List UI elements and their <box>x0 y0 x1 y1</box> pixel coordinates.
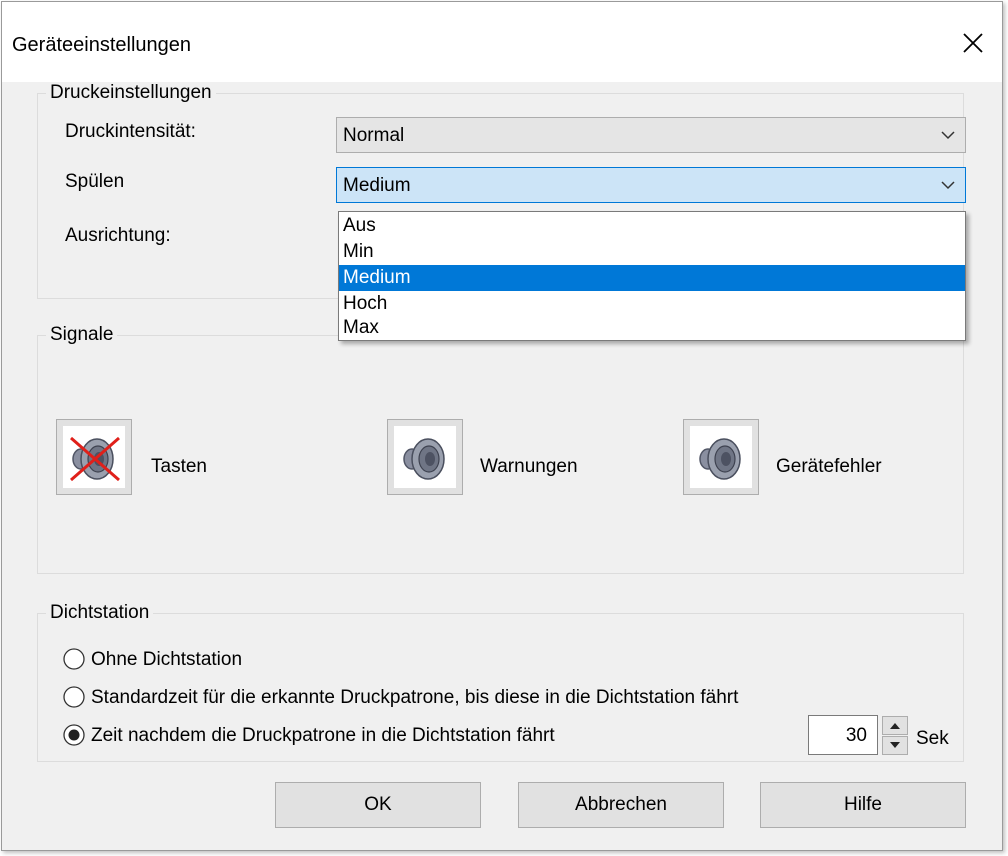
rinse-option[interactable]: Max <box>339 315 965 341</box>
rinse-select[interactable]: Medium <box>336 167 966 203</box>
keys-signal-label: Tasten <box>151 456 207 477</box>
caret-down-icon <box>890 742 900 748</box>
keys-signal-button[interactable] <box>56 419 132 495</box>
warnings-signal-button[interactable] <box>387 419 463 495</box>
rinse-option[interactable]: Min <box>339 239 965 265</box>
seconds-up-button[interactable] <box>882 716 908 735</box>
radio-without-capping-label: Ohne Dichtstation <box>91 649 243 670</box>
radio-without-capping[interactable] <box>63 648 85 670</box>
seconds-down-button[interactable] <box>882 736 908 755</box>
rinse-option[interactable]: Aus <box>339 213 965 239</box>
caret-up-icon <box>890 723 900 729</box>
warnings-signal-label: Warnungen <box>480 456 578 477</box>
seconds-input[interactable]: 30 <box>808 715 878 755</box>
signals-legend: Signale <box>50 324 114 345</box>
cancel-button[interactable]: Abbrechen <box>518 782 724 828</box>
print-settings-legend: Druckeinstellungen <box>50 82 212 103</box>
rinse-option[interactable]: Hoch <box>339 291 965 317</box>
window-title: Geräteeinstellungen <box>12 34 192 56</box>
ok-button[interactable]: OK <box>275 782 481 828</box>
radio-custom-time-label: Zeit nachdem die Druckpatrone in die Dic… <box>91 725 555 746</box>
close-icon[interactable] <box>958 28 988 58</box>
radio-standard-time[interactable] <box>63 686 85 708</box>
seconds-value: 30 <box>845 725 867 746</box>
device-error-signal-button[interactable] <box>683 419 759 495</box>
rinse-value: Medium <box>343 175 411 196</box>
rinse-label: Spülen <box>65 171 125 192</box>
help-button[interactable]: Hilfe <box>760 782 966 828</box>
print-intensity-select[interactable]: Normal <box>336 117 966 153</box>
rinse-dropdown-list[interactable]: Aus Min Medium Hoch Max <box>338 211 966 341</box>
orientation-label: Ausrichtung: <box>65 225 171 246</box>
seconds-unit-label: Sek <box>916 728 949 749</box>
signals-group: Signale <box>37 324 964 574</box>
title-bar: Geräteeinstellungen <box>2 2 1002 82</box>
device-error-signal-label: Gerätefehler <box>776 456 882 477</box>
chevron-down-icon <box>941 131 955 140</box>
device-settings-dialog: Geräteeinstellungen Druckeinstellungen D… <box>1 1 1003 851</box>
radio-custom-time[interactable] <box>63 724 85 746</box>
chevron-down-icon <box>941 181 955 190</box>
speaker-icon <box>403 438 445 480</box>
capping-station-legend: Dichtstation <box>50 602 150 623</box>
print-intensity-label: Druckintensität: <box>65 121 196 142</box>
speaker-icon <box>699 438 741 480</box>
radio-standard-time-label: Standardzeit für die erkannte Druckpatro… <box>91 687 739 708</box>
speaker-muted-icon <box>70 436 120 482</box>
rinse-option-selected[interactable]: Medium <box>339 265 965 291</box>
print-intensity-value: Normal <box>343 125 405 146</box>
